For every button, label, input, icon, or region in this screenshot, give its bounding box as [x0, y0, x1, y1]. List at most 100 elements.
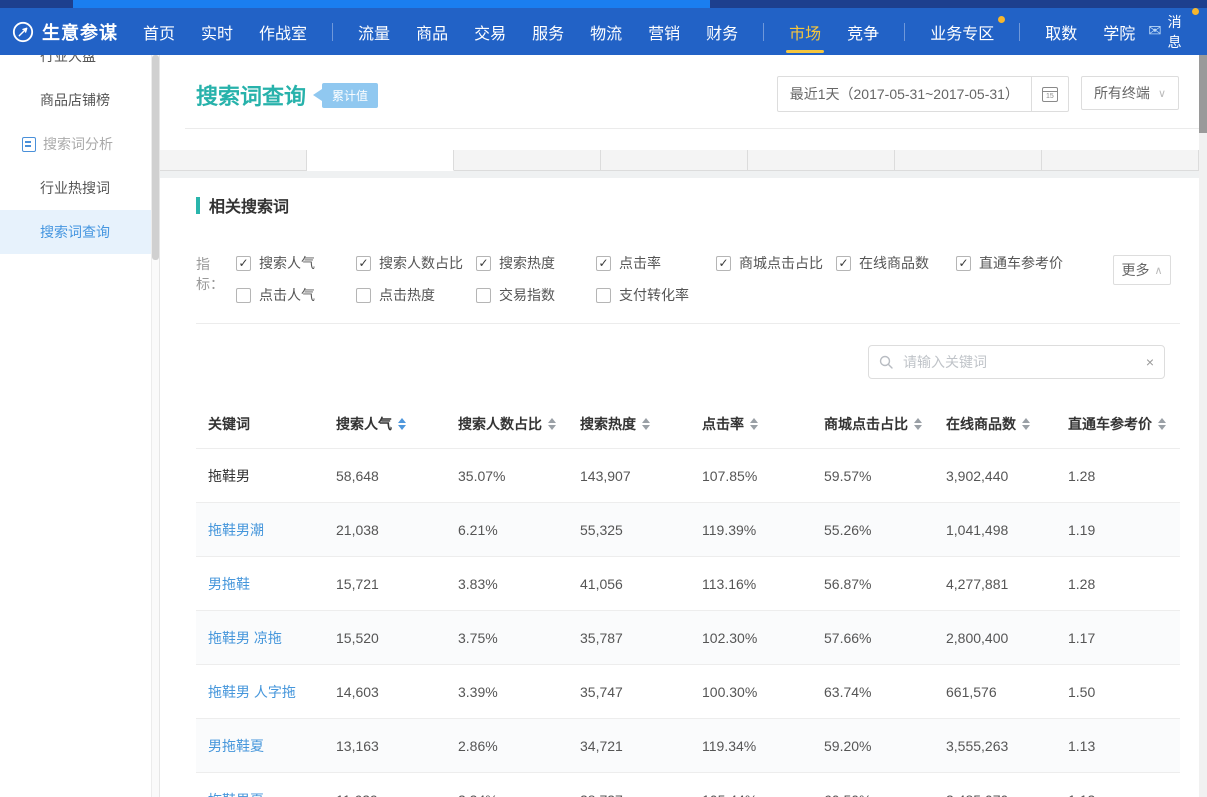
sidebar-scrollbar-thumb[interactable] [152, 55, 159, 260]
sidebar-menu: 行业大盘商品店铺榜搜索词分析行业热搜词搜索词查询 [0, 55, 159, 254]
checkbox-checked-icon[interactable]: ✓ [956, 256, 971, 271]
keyword-link[interactable]: 拖鞋男 人字拖 [196, 682, 336, 702]
clear-icon[interactable]: × [1136, 354, 1164, 370]
sort-icon[interactable] [914, 418, 922, 430]
metric-checkbox-搜索热度[interactable]: ✓搜索热度 [476, 253, 596, 273]
metric-checkbox-在线商品数[interactable]: ✓在线商品数 [836, 253, 956, 273]
checkbox-unchecked-icon[interactable] [356, 288, 371, 303]
cell-value: 119.39% [702, 522, 824, 538]
sidebar-item-search-term-query[interactable]: 搜索词查询 [0, 210, 159, 254]
calendar-button[interactable]: 15 [1031, 77, 1068, 111]
cell-value: 1.19 [1068, 522, 1180, 538]
browser-top-strip [0, 0, 1207, 8]
tab-5[interactable] [895, 150, 1042, 171]
date-range-text: 最近1天（2017-05-31~2017-05-31） [778, 77, 1031, 111]
keyword-link[interactable]: 拖鞋男夏 [196, 790, 336, 797]
checkbox-checked-icon[interactable]: ✓ [476, 256, 491, 271]
brand-name: 生意参谋 [42, 19, 118, 45]
cell-value: 105.44% [702, 792, 824, 797]
tab-3[interactable] [601, 150, 748, 171]
more-button[interactable]: 更多 ∧ [1113, 255, 1171, 285]
checkbox-checked-icon[interactable]: ✓ [236, 256, 251, 271]
column-header-在线商品数[interactable]: 在线商品数 [946, 414, 1068, 434]
column-header-直通车参考价[interactable]: 直通车参考价 [1068, 414, 1180, 434]
metric-label: 点击率 [619, 253, 661, 273]
nav-item-business-zone[interactable]: 业务专区 [917, 8, 1007, 55]
sidebar-scrollbar[interactable] [151, 55, 159, 797]
cell-value: 28,737 [580, 792, 702, 797]
keyword-link[interactable]: 拖鞋男潮 [196, 520, 336, 540]
sidebar-item-label: 搜索词查询 [40, 222, 110, 242]
sidebar-item-industry-dashboard[interactable]: 行业大盘 [0, 55, 159, 78]
nav-item-academy[interactable]: 学院 [1090, 8, 1148, 55]
brand-logo[interactable]: 生意参谋 [0, 19, 130, 45]
search-icon [879, 355, 893, 369]
nav-item-trade[interactable]: 交易 [461, 8, 519, 55]
search-input[interactable] [901, 353, 1136, 371]
page-scrollbar-thumb[interactable] [1199, 55, 1207, 133]
nav-item-finance[interactable]: 财务 [693, 8, 751, 55]
nav-item-product[interactable]: 商品 [403, 8, 461, 55]
cell-value: 2,800,400 [946, 630, 1068, 646]
metric-checkbox-直通车参考价[interactable]: ✓直通车参考价 [956, 253, 1076, 273]
metric-checkbox-搜索人气[interactable]: ✓搜索人气 [236, 253, 356, 273]
tab-4[interactable] [748, 150, 895, 171]
cell-value: 119.34% [702, 738, 824, 754]
sort-icon[interactable] [750, 418, 758, 430]
nav-item-realtime[interactable]: 实时 [188, 8, 246, 55]
column-header-搜索人数占比[interactable]: 搜索人数占比 [458, 414, 580, 434]
nav-divider [904, 23, 905, 41]
column-label: 直通车参考价 [1068, 414, 1152, 434]
keyword-link[interactable]: 拖鞋男 凉拖 [196, 628, 336, 648]
checkbox-checked-icon[interactable]: ✓ [836, 256, 851, 271]
nav-item-home[interactable]: 首页 [130, 8, 188, 55]
page-scrollbar[interactable] [1199, 55, 1207, 797]
sort-icon[interactable] [1158, 418, 1166, 430]
cell-value: 59.20% [824, 738, 946, 754]
checkbox-checked-icon[interactable]: ✓ [356, 256, 371, 271]
checkbox-unchecked-icon[interactable] [236, 288, 251, 303]
messages-label: 消息 [1168, 12, 1191, 52]
metric-checkbox-支付转化率[interactable]: 支付转化率 [596, 285, 716, 305]
metric-checkbox-交易指数[interactable]: 交易指数 [476, 285, 596, 305]
date-range-picker[interactable]: 最近1天（2017-05-31~2017-05-31） 15 [777, 76, 1069, 112]
nav-item-data-fetch[interactable]: 取数 [1032, 8, 1090, 55]
nav-item-market[interactable]: 市场 [776, 8, 834, 55]
tab-1[interactable] [307, 150, 454, 171]
sort-icon[interactable] [1022, 418, 1030, 430]
nav-item-logistics[interactable]: 物流 [577, 8, 635, 55]
metric-checkbox-点击率[interactable]: ✓ 点击率 [596, 253, 716, 273]
tab-2[interactable] [454, 150, 601, 171]
metric-checkbox-点击热度[interactable]: 点击热度 [356, 285, 476, 305]
nav-item-traffic[interactable]: 流量 [345, 8, 403, 55]
keyword-link[interactable]: 男拖鞋夏 [196, 736, 336, 756]
messages-button[interactable]: ✉ 消息 [1148, 12, 1191, 52]
column-header-关键词[interactable]: 关键词 [196, 414, 336, 434]
nav-item-service[interactable]: 服务 [519, 8, 577, 55]
nav-item-marketing[interactable]: 营销 [635, 8, 693, 55]
column-header-点击率[interactable]: 点击率 [702, 414, 824, 434]
checkbox-checked-icon[interactable]: ✓ [596, 256, 611, 271]
metric-checkbox-搜索人数占比[interactable]: ✓搜索人数占比 [356, 253, 476, 273]
metric-checkbox-点击人气[interactable]: 点击人气 [236, 285, 356, 305]
column-header-商城点击占比[interactable]: 商城点击占比 [824, 414, 946, 434]
checkbox-checked-icon[interactable]: ✓ [716, 256, 731, 271]
sidebar-item-product-shop-rank[interactable]: 商品店铺榜 [0, 78, 159, 122]
checkbox-unchecked-icon[interactable] [476, 288, 491, 303]
column-header-搜索人气[interactable]: 搜索人气 [336, 414, 458, 434]
cell-value: 55,325 [580, 522, 702, 538]
nav-item-war-room[interactable]: 作战室 [246, 8, 320, 55]
tab-0[interactable] [160, 150, 307, 171]
sort-icon[interactable] [642, 418, 650, 430]
main-nav: 首页实时作战室流量商品交易服务物流营销财务市场竞争业务专区取数学院 [130, 8, 1148, 55]
sort-icon[interactable] [548, 418, 556, 430]
sidebar-item-industry-hot-search[interactable]: 行业热搜词 [0, 166, 159, 210]
nav-item-competition[interactable]: 竞争 [834, 8, 892, 55]
column-header-搜索热度[interactable]: 搜索热度 [580, 414, 702, 434]
checkbox-unchecked-icon[interactable] [596, 288, 611, 303]
terminal-dropdown[interactable]: 所有终端 ∨ [1081, 76, 1179, 110]
keyword-link[interactable]: 男拖鞋 [196, 574, 336, 594]
table-row: 男拖鞋夏13,1632.86%34,721119.34%59.20%3,555,… [196, 718, 1180, 772]
metric-checkbox-商城点击占比[interactable]: ✓商城点击占比 [716, 253, 836, 273]
sort-icon[interactable] [398, 418, 406, 430]
